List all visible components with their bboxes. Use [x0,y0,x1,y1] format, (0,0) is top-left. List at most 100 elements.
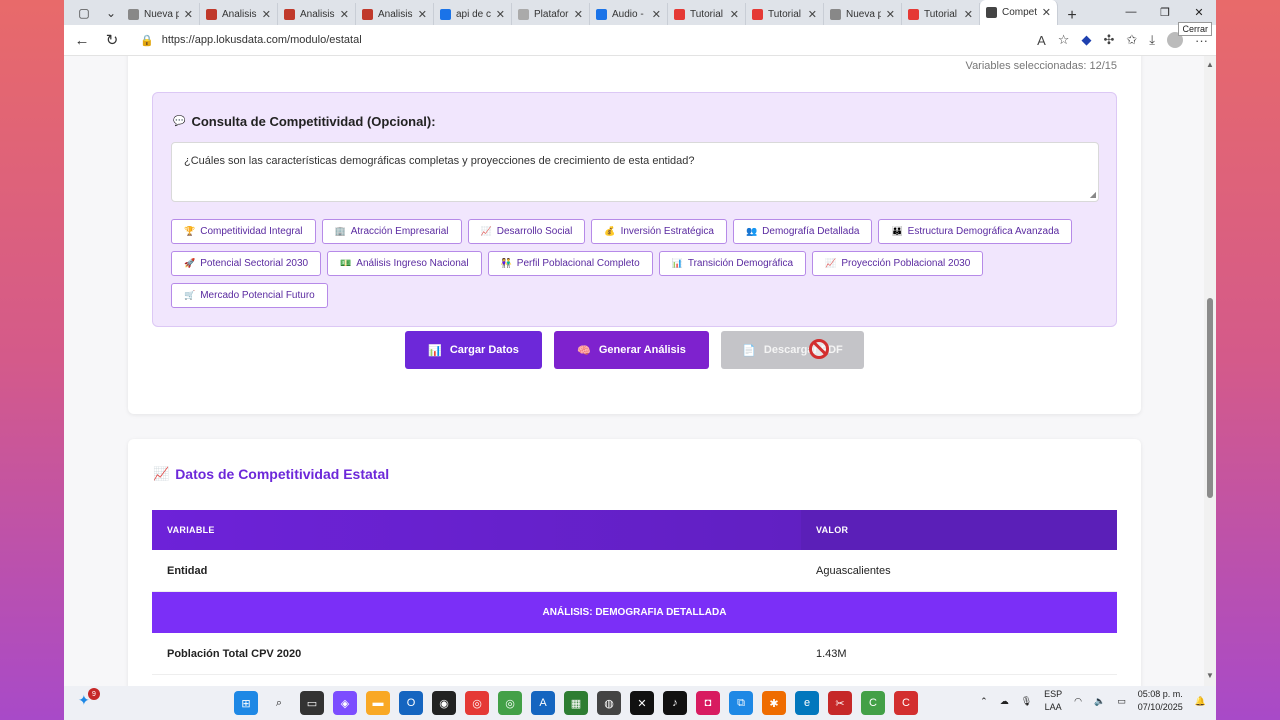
resize-handle-icon[interactable]: ◢ [1090,190,1096,199]
back-icon[interactable]: ← [72,30,92,50]
file-explorer-icon[interactable]: ▬ [366,691,390,715]
page-content: Variables seleccionadas: 12/15 💬 Consult… [64,56,1204,686]
discord-icon[interactable]: ◍ [597,691,621,715]
microphone-icon[interactable]: 🎙 [1021,696,1032,707]
close-tab-icon[interactable]: ✕ [652,8,661,21]
close-tab-icon[interactable]: ✕ [184,8,193,21]
edge-icon[interactable]: e [795,691,819,715]
browser-tab[interactable]: Analisis ✕ [356,3,434,25]
chrome-profile-icon[interactable]: ◎ [498,691,522,715]
descargar-pdf-button[interactable]: 📄 Descargar PDF [721,331,864,369]
browser-tab[interactable]: Nueva p ✕ [122,3,200,25]
browser-tab[interactable]: api de c ✕ [434,3,512,25]
query-chip[interactable]: 📈 Proyección Poblacional 2030 [812,251,984,276]
query-chip[interactable]: 👪 Estructura Demográfica Avanzada [878,219,1073,244]
close-tab-icon[interactable]: ✕ [262,8,271,21]
browser-tab[interactable]: Analisis ✕ [200,3,278,25]
clock[interactable]: 05:08 p. m. 07/10/2025 [1138,688,1183,714]
site-info-icon[interactable]: 🔒 [140,34,154,47]
browser-tab[interactable]: Nueva p ✕ [824,3,902,25]
task-view-icon[interactable]: ▭ [300,691,324,715]
maximize-icon[interactable]: ❐ [1148,0,1182,24]
close-tab-icon[interactable]: ✕ [1042,6,1051,19]
url-field[interactable]: 🔒 https://app.lokusdata.com/modulo/estat… [132,28,1028,52]
generar-analisis-button[interactable]: 🧠 Generar Análisis [554,331,709,369]
query-chip[interactable]: 🏢 Atracción Empresarial [321,219,462,244]
language-indicator[interactable]: ESP LAA [1044,688,1062,714]
github-icon[interactable]: ◉ [432,691,456,715]
close-window-icon[interactable]: ✕ [1182,0,1216,24]
query-chip[interactable]: 👥 Demografía Detallada [732,219,873,244]
scroll-up-icon[interactable]: ▲ [1206,60,1214,69]
close-tab-icon[interactable]: ✕ [496,8,505,21]
close-tab-icon[interactable]: ✕ [574,8,583,21]
tab-actions-chevron-icon[interactable]: ⌄ [100,1,122,25]
minimize-icon[interactable]: — [1114,0,1148,24]
query-chip[interactable]: 💵 Análisis Ingreso Nacional [327,251,482,276]
query-chip[interactable]: 👫 Perfil Poblacional Completo [487,251,653,276]
camtasia-green-icon[interactable]: C [861,691,885,715]
query-chip[interactable]: 🏆 Competitividad Integral [171,219,316,244]
snipping-tool-icon[interactable]: ✂ [828,691,852,715]
reload-icon[interactable]: ↻ [102,30,122,50]
browser-tab[interactable]: Tutorial ✕ [746,3,824,25]
browser-tab[interactable]: Tutorial ✕ [668,3,746,25]
copilot-app-icon[interactable]: ◈ [333,691,357,715]
browser-tab[interactable]: Compet ✕ [980,0,1058,25]
onedrive-icon[interactable]: ☁ [1000,696,1009,707]
wifi-icon[interactable]: ◠ [1074,696,1082,707]
tab-favicon-icon [362,8,373,20]
volume-icon[interactable]: 🔈 [1094,696,1105,707]
read-aloud-icon[interactable]: A [1037,33,1046,48]
widgets-icon[interactable]: ✦ 9 [78,688,100,712]
capcut-icon[interactable]: ✱ [762,691,786,715]
notifications-bell-icon[interactable]: 🔔 [1195,696,1206,707]
browser-tab[interactable]: Platafor ✕ [512,3,590,25]
workspaces-icon[interactable]: ▢ [68,1,100,25]
battery-icon[interactable]: ▭ [1117,696,1126,707]
bar-chart-icon: 📊 [428,344,442,357]
azure-icon[interactable]: A [531,691,555,715]
tray-chevron-icon[interactable]: ⌃ [980,696,988,707]
browser-tab[interactable]: Audio - ✕ [590,3,668,25]
new-tab-button[interactable]: + [1058,7,1086,25]
close-tab-icon[interactable]: ✕ [730,8,739,21]
search-icon[interactable]: ⌕ [267,691,291,715]
downloads-icon[interactable]: ⤓ [1149,32,1155,48]
outlook-icon[interactable]: O [399,691,423,715]
close-tab-icon[interactable]: ✕ [340,8,349,21]
chrome-icon[interactable]: ◎ [465,691,489,715]
tiktok-icon[interactable]: ♪ [663,691,687,715]
close-tab-icon[interactable]: ✕ [964,8,973,21]
copilot-icon[interactable]: ◆ [1081,32,1091,48]
query-chip[interactable]: 💰 Inversión Estratégica [591,219,727,244]
scroll-down-icon[interactable]: ▼ [1206,671,1214,680]
query-chip[interactable]: 📈 Desarrollo Social [467,219,586,244]
scroll-thumb[interactable] [1207,298,1213,498]
variables-selected-count: Variables seleccionadas: 12/15 [965,60,1117,72]
network-app-icon[interactable]: ⧉ [729,691,753,715]
query-chip[interactable]: 🛒 Mercado Potencial Futuro [171,283,328,308]
document-icon: 📄 [742,344,756,357]
instagram-icon[interactable]: ◘ [696,691,720,715]
x-icon[interactable]: ✕ [630,691,654,715]
address-bar: ← ↻ 🔒 https://app.lokusdata.com/modulo/e… [64,25,1216,56]
chip-row: 🚀 Potencial Sectorial 2030 💵 Análisis Ingre… [171,251,1101,276]
query-chip[interactable]: 🚀 Potencial Sectorial 2030 [171,251,322,276]
close-tab-icon[interactable]: ✕ [886,8,895,21]
start-icon[interactable]: ⊞ [234,691,258,715]
extensions-icon[interactable]: ✣ [1103,32,1114,48]
page-scrollbar[interactable]: ▲ ▼ [1204,56,1216,686]
sheets-icon[interactable]: ▦ [564,691,588,715]
favorites-icon[interactable]: ✩ [1126,32,1137,48]
query-chip[interactable]: 📊 Transición Demográfica [658,251,807,276]
cargar-datos-button[interactable]: 📊 Cargar Datos [405,331,542,369]
consulta-textarea[interactable]: ¿Cuáles son las características demográf… [171,142,1099,202]
row-label: Población Total CPV 2020 [167,647,302,660]
close-tab-icon[interactable]: ✕ [808,8,817,21]
favorite-star-icon[interactable]: ☆ [1058,32,1070,48]
browser-tab[interactable]: Tutorial ✕ [902,3,980,25]
camtasia-red-icon[interactable]: C [894,691,918,715]
close-tab-icon[interactable]: ✕ [418,8,427,21]
browser-tab[interactable]: Analisis ✕ [278,3,356,25]
